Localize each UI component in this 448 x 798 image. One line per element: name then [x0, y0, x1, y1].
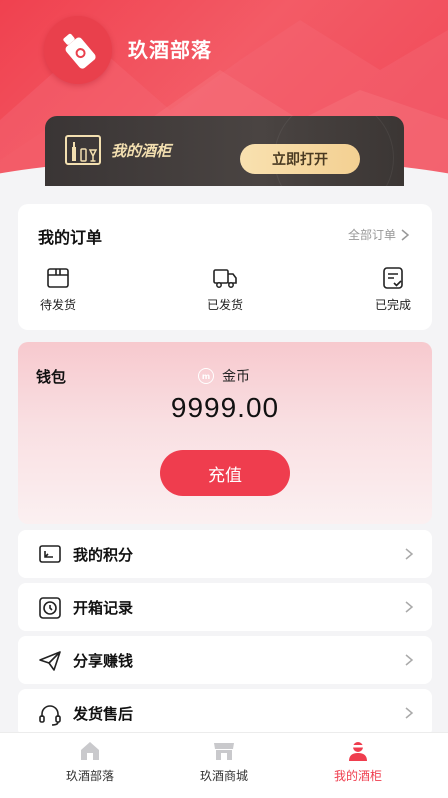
box-icon [47, 268, 69, 288]
chevron-right-icon [405, 654, 414, 666]
send-icon [39, 651, 61, 671]
wallet-card: 钱包 m 金币 9999.00 充值 [18, 342, 432, 524]
menu-label: 发货售后 [73, 705, 134, 723]
menu-item-points[interactable]: 我的积分 [18, 530, 432, 578]
user-icon [349, 742, 367, 761]
home-icon [81, 742, 99, 760]
wine-cabinet-icon [65, 135, 101, 165]
order-pending-ship[interactable]: 待发货 [23, 266, 93, 313]
chevron-right-icon [405, 601, 414, 613]
bottle-icon [63, 33, 96, 69]
order-item-label: 待发货 [39, 298, 76, 312]
coin-row: m 金币 [198, 366, 250, 386]
truck-icon [213, 269, 237, 288]
open-now-button[interactable]: 立即打开 [240, 144, 360, 174]
all-orders-link[interactable]: 全部订单 [348, 226, 410, 243]
order-item-label: 已发货 [206, 298, 243, 312]
menu-label: 分享赚钱 [73, 652, 134, 670]
cabinet-label: 我的酒柜 [111, 142, 172, 160]
menu-label: 我的积分 [73, 546, 134, 564]
points-icon [39, 545, 61, 563]
headset-icon [39, 705, 61, 726]
tab-mall[interactable]: 玖酒商城 [174, 739, 274, 784]
coin-balance: 9999.00 [170, 392, 280, 423]
tab-my-cabinet[interactable]: 我的酒柜 [308, 739, 408, 784]
chevron-right-icon [405, 548, 414, 560]
menu-item-share-earn[interactable]: 分享赚钱 [18, 636, 432, 684]
avatar[interactable] [44, 16, 112, 84]
order-completed[interactable]: 已完成 [358, 266, 428, 313]
menu-label: 开箱记录 [73, 599, 134, 617]
bottom-tab-bar: 玖酒部落 玖酒商城 我的酒柜 [0, 732, 448, 798]
menu-item-open-records[interactable]: 开箱记录 [18, 583, 432, 631]
tab-label: 玖酒部落 [65, 769, 114, 783]
menu-item-after-sales[interactable]: 发货售后 [18, 689, 432, 737]
orders-title: 我的订单 [38, 228, 103, 247]
recharge-button[interactable]: 充值 [160, 450, 290, 496]
tab-label: 玖酒商城 [199, 769, 248, 783]
chevron-right-icon [401, 228, 410, 241]
shop-icon [214, 743, 234, 760]
cabinet-banner[interactable]: 我的酒柜 立即打开 [45, 116, 404, 186]
orders-card: 我的订单 全部订单 待发货 已发货 已完成 [18, 204, 432, 330]
wallet-title: 钱包 [36, 368, 67, 386]
tab-tribe[interactable]: 玖酒部落 [40, 739, 140, 784]
order-item-label: 已完成 [374, 298, 411, 312]
coin-icon: m [198, 368, 214, 384]
check-doc-icon [383, 267, 403, 289]
chevron-right-icon [405, 707, 414, 719]
coin-label: 金币 [222, 369, 250, 385]
all-orders-label: 全部订单 [347, 228, 396, 242]
order-shipped[interactable]: 已发货 [190, 266, 260, 313]
clock-icon [39, 597, 61, 619]
tab-label: 我的酒柜 [333, 769, 382, 783]
header-title: 玖酒部落 [128, 38, 212, 62]
